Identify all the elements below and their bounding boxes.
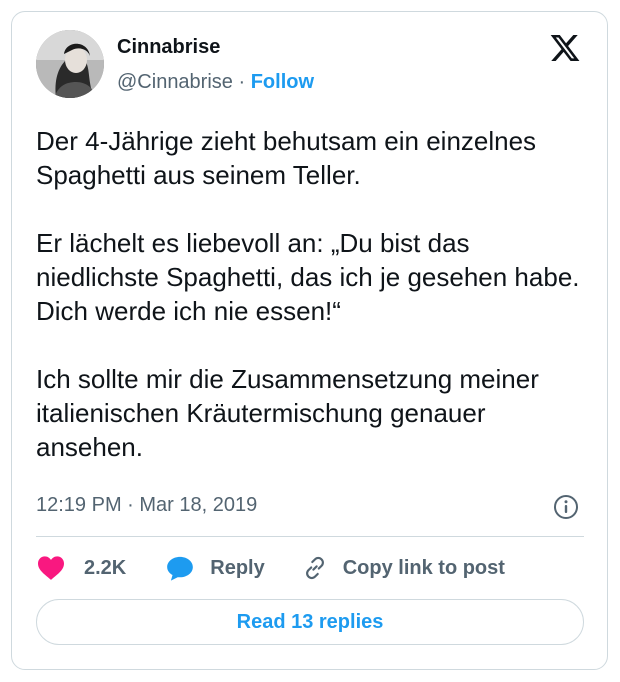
info-icon[interactable]: [553, 494, 579, 520]
copy-link-button[interactable]: Copy link to post: [301, 555, 505, 581]
like-count: 2.2K: [84, 556, 127, 579]
like-button[interactable]: 2.2K: [36, 555, 126, 581]
divider: [36, 536, 584, 537]
reply-label: Reply: [210, 556, 265, 579]
link-icon: [301, 555, 329, 581]
avatar-photo: [36, 30, 104, 98]
tweet-text: Der 4-Jährige zieht behutsam ein einzeln…: [36, 126, 580, 462]
reply-button[interactable]: Reply: [166, 555, 265, 581]
action-bar: 2.2K Reply Copy link to post: [36, 553, 505, 583]
tweet-timestamp[interactable]: 12:19 PM · Mar 18, 2019: [36, 494, 257, 517]
copy-link-label: Copy link to post: [342, 556, 505, 579]
x-logo-icon[interactable]: [548, 32, 582, 64]
read-replies-button[interactable]: Read 13 replies: [36, 599, 584, 645]
author-name[interactable]: Cinnabrise: [117, 36, 220, 59]
speech-bubble-icon: [166, 555, 194, 581]
author-handle[interactable]: @Cinnabrise: [117, 71, 233, 93]
separator-dot: ·: [238, 71, 246, 93]
author-handle-line: @Cinnabrise · Follow: [117, 71, 314, 94]
avatar[interactable]: [36, 30, 104, 98]
read-replies-label: Read 13 replies: [236, 610, 384, 633]
heart-icon: [36, 555, 66, 581]
follow-button[interactable]: Follow: [251, 71, 314, 93]
